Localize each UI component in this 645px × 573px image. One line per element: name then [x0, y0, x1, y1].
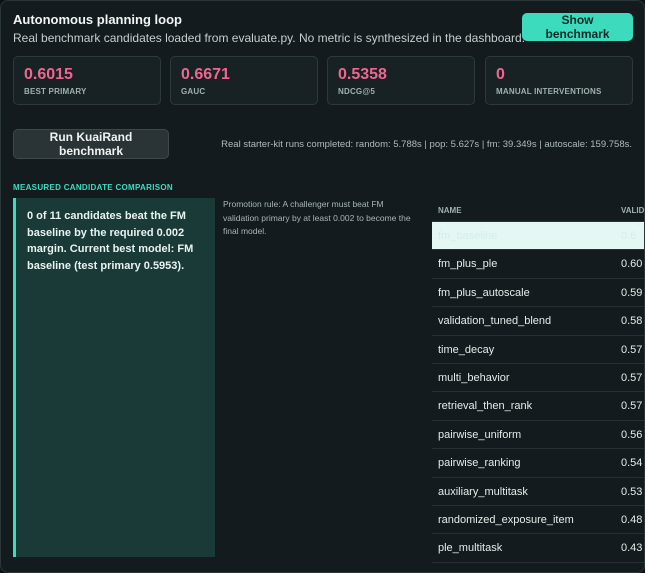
metric-value: 0.6015	[24, 66, 73, 83]
row-value: 0.54	[621, 457, 643, 470]
row-value: 0.58	[621, 315, 643, 328]
row-name: multi_behavior	[438, 371, 510, 384]
row-name: time_decay	[438, 343, 495, 356]
table-row[interactable]: auxiliary_multitask 0.53	[432, 478, 644, 506]
row-value: 0.57	[621, 371, 643, 384]
table-row[interactable]: time_decay 0.57	[432, 336, 644, 364]
runs-completed-status: Real starter-kit runs completed: random:…	[221, 139, 632, 150]
row-name: auxiliary_multitask	[438, 485, 528, 498]
planning-loop-panel: Autonomous planning loop Real benchmark …	[0, 0, 645, 573]
metric-label: GAUC	[181, 87, 206, 96]
panel-title: Autonomous planning loop	[13, 12, 182, 27]
comparison-summary-text: 0 of 11 candidates beat the FM baseline …	[27, 210, 194, 272]
panel-subtitle: Real benchmark candidates loaded from ev…	[13, 31, 526, 45]
row-value: 0.6	[621, 230, 637, 242]
table-row[interactable]: retrieval_then_rank 0.57	[432, 392, 644, 421]
table-row[interactable]: fm_baseline 0.6	[432, 222, 644, 251]
run-kuairand-benchmark-button[interactable]: Run KuaiRand benchmark	[13, 129, 169, 159]
row-name: retrieval_then_rank	[438, 400, 533, 413]
promotion-rule-text: Promotion rule: A challenger must beat F…	[223, 199, 411, 236]
table-row[interactable]: multi_behavior 0.57	[432, 364, 644, 393]
row-value: 0.43	[621, 542, 643, 555]
row-name: pairwise_ranking	[438, 457, 521, 470]
column-header-name: NAME	[438, 206, 462, 215]
table-row[interactable]: fm_plus_autoscale 0.59	[432, 279, 644, 308]
row-value: 0.57	[621, 343, 643, 356]
comparison-summary-card: 0 of 11 candidates beat the FM baseline …	[13, 198, 215, 557]
row-value: 0.48	[621, 513, 643, 526]
row-value: 0.59	[621, 286, 643, 299]
metric-gauc: 0.6671 GAUC	[170, 56, 318, 105]
metric-manual-interventions: 0 MANUAL INTERVENTIONS	[485, 56, 633, 105]
row-name: fm_plus_autoscale	[438, 286, 530, 299]
show-benchmark-button[interactable]: Show benchmark	[522, 13, 633, 41]
row-name: pairwise_uniform	[438, 428, 522, 441]
row-name: fm_baseline	[438, 230, 498, 242]
table-row[interactable]: ple_multitask 0.43	[432, 534, 644, 563]
section-label: MEASURED CANDIDATE COMPARISON	[13, 183, 173, 192]
row-name: ple_multitask	[438, 542, 503, 555]
metric-label: BEST PRIMARY	[24, 87, 87, 96]
row-value: 0.53	[621, 485, 643, 498]
table-header: NAME VALID	[432, 199, 645, 222]
candidates-table: NAME VALID fm_baseline 0.6 fm_plus_ple 0…	[432, 199, 645, 563]
row-name: fm_plus_ple	[438, 258, 498, 271]
metric-value: 0.6671	[181, 66, 230, 83]
table-row[interactable]: fm_plus_ple 0.60	[432, 250, 644, 279]
metric-label: NDCG@5	[338, 87, 376, 96]
table-row[interactable]: randomized_exposure_item 0.48	[432, 506, 644, 535]
row-name: validation_tuned_blend	[438, 315, 552, 328]
metric-value: 0.5358	[338, 66, 387, 83]
row-value: 0.57	[621, 400, 643, 413]
metric-best-primary: 0.6015 BEST PRIMARY	[13, 56, 161, 105]
row-name: randomized_exposure_item	[438, 513, 574, 526]
row-value: 0.56	[621, 428, 643, 441]
table-row[interactable]: validation_tuned_blend 0.58	[432, 307, 644, 336]
table-row[interactable]: pairwise_uniform 0.56	[432, 421, 644, 450]
table-row[interactable]: pairwise_ranking 0.54	[432, 449, 644, 478]
metric-value: 0	[496, 66, 505, 83]
metric-ndcg5: 0.5358 NDCG@5	[327, 56, 475, 105]
metric-label: MANUAL INTERVENTIONS	[496, 87, 602, 96]
column-header-valid: VALID	[621, 206, 645, 215]
row-value: 0.60	[621, 258, 643, 271]
